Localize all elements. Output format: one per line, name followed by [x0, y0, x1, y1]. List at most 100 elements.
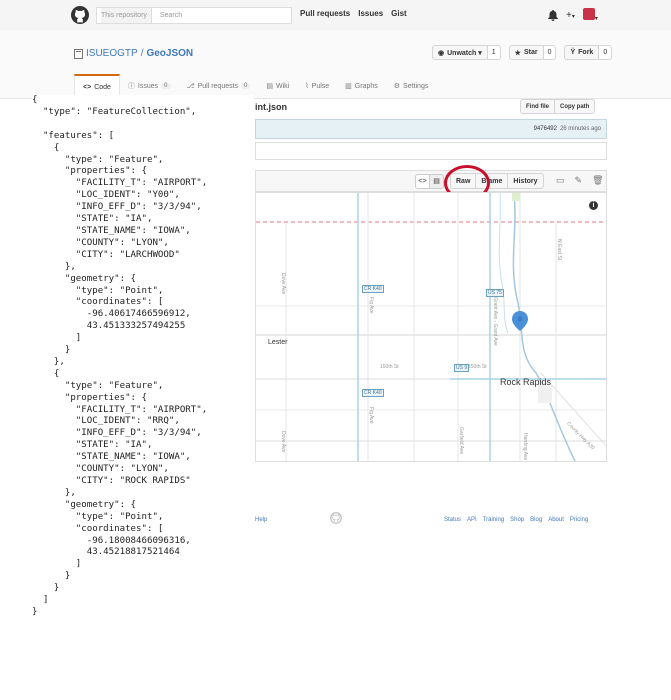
info-icon[interactable]: i — [589, 201, 598, 210]
map-shield-cr-k40-south: CR K40 — [362, 389, 384, 397]
map-label-garfield-ave: Garfield Ave — [458, 427, 464, 455]
file-path-actions: Find file Copy path — [520, 99, 596, 114]
map-label-fig-ave-south: Fig Ave — [368, 407, 374, 424]
nav-gist[interactable]: Gist — [391, 9, 407, 18]
avatar — [582, 8, 595, 20]
tab-label: Pull requests — [197, 82, 239, 90]
geojson-raw-text: { "type": "FeatureCollection", "features… — [32, 95, 254, 700]
map-label-rock-rapids: Rock Rapids — [500, 377, 552, 387]
search-scope-label: This repository — [101, 8, 152, 23]
chevron-down-icon: ▾ — [594, 16, 598, 22]
star-icon: ★ — [514, 49, 521, 57]
footer-shop-link[interactable]: Shop — [510, 517, 524, 523]
copy-path-button[interactable]: Copy path — [554, 99, 596, 114]
fork-icon: Ÿ — [570, 49, 576, 56]
history-button[interactable]: History — [507, 173, 544, 189]
repo-header: ISUEOGTP / GeoJSON ◉ Unwatch ▾ 1 ★ Star 0 … — [0, 30, 671, 99]
nav-pull-requests[interactable]: Pull requests — [300, 9, 350, 18]
geojson-map[interactable]: i Lester Rock Rapids 150th St 150th St D… — [255, 192, 607, 462]
new-menu-icon[interactable]: +▾ — [566, 10, 575, 21]
footer-help-link[interactable]: Help — [255, 517, 267, 523]
tab-label: Wiki — [276, 82, 290, 90]
tab-wiki[interactable]: ▤ Wiki — [258, 74, 297, 98]
map-label-grant-ave: Grant Ave - Grant Ave — [492, 297, 498, 346]
pencil-icon[interactable]: ✎ — [575, 175, 583, 186]
star-label: Star — [523, 49, 538, 56]
avatar-menu[interactable]: ▾ — [582, 8, 598, 23]
tab-settings[interactable]: ⚙ Settings — [386, 74, 437, 98]
eye-icon: ◉ — [438, 49, 445, 57]
top-nav: Pull requests Issues Gist — [300, 9, 407, 18]
map-label-fig-ave: Fig Ave — [368, 297, 374, 314]
user-menu: +▾ ▾ — [548, 8, 598, 23]
repo-title: ISUEOGTP / GeoJSON — [74, 48, 193, 59]
map-label-harding-ave: Harding Ave — [522, 433, 528, 461]
tab-label: Settings — [403, 82, 429, 90]
tab-pulse[interactable]: ⌇ Pulse — [297, 74, 337, 98]
search-placeholder: Search — [159, 12, 183, 19]
map-roads — [256, 193, 606, 461]
top-header: This repository Search Pull requests Iss… — [0, 0, 671, 31]
repo-name-link[interactable]: GeoJSON — [146, 48, 193, 59]
map-label-150th-st-east: 150th St — [468, 364, 487, 370]
github-logo-icon[interactable] — [71, 6, 89, 24]
commit-time: 26 minutes ago — [559, 126, 601, 132]
footer-pricing-link[interactable]: Pricing — [570, 517, 588, 523]
watch-count[interactable]: 1 — [486, 45, 501, 60]
map-label-dove-ave: Dove Ave — [280, 273, 286, 295]
star-button[interactable]: ★ Star — [508, 45, 544, 60]
map-shield-cr-k40: CR K40 — [362, 285, 384, 293]
map-shield-us-9: US 9 — [454, 364, 470, 372]
desktop-icon[interactable]: ▭ — [556, 175, 565, 186]
nav-issues[interactable]: Issues — [358, 9, 383, 18]
footer-status-link[interactable]: Status — [444, 517, 461, 523]
unwatch-button[interactable]: ◉ Unwatch ▾ — [432, 45, 488, 60]
pull-request-icon: ⎇ — [186, 83, 195, 90]
search-input[interactable]: This repository Search — [96, 7, 292, 24]
contributors-bar — [255, 142, 607, 160]
fork-label: Fork — [578, 49, 594, 56]
unwatch-label: Unwatch ▾ — [447, 49, 482, 57]
fork-count[interactable]: 0 — [598, 45, 613, 60]
pulse-icon: ⌇ — [305, 83, 309, 90]
gear-icon: ⚙ — [393, 83, 401, 90]
repo-book-icon — [74, 48, 83, 59]
tab-count: 0 — [241, 83, 251, 89]
trash-icon[interactable]: 🗑 — [592, 175, 603, 186]
tab-label: Issues — [137, 82, 159, 90]
tab-graphs[interactable]: ▥ Graphs — [337, 74, 386, 98]
map-label-lester: Lester — [268, 339, 288, 346]
footer-blog-link[interactable]: Blog — [530, 517, 542, 523]
repo-separator: / — [140, 48, 144, 59]
repo-owner-link[interactable]: ISUEOGTP — [86, 48, 138, 59]
file-edit-icons: ▭ ✎ 🗑 — [556, 175, 604, 186]
footer-training-link[interactable]: Training — [483, 517, 504, 523]
source-view-icon[interactable]: <> — [415, 173, 430, 189]
map-label-dove-ave-south: Dove Ave — [280, 431, 286, 453]
footer-api-link[interactable]: API — [467, 517, 477, 523]
tab-label: Pulse — [311, 82, 330, 90]
repo-actions: ◉ Unwatch ▾ 1 ★ Star 0 Ÿ Fork 0 — [432, 45, 613, 60]
issue-icon: ⓘ — [127, 83, 135, 90]
chevron-down-icon: ▾ — [571, 14, 575, 20]
map-shield-us-75: US 75 — [486, 289, 504, 297]
tab-label: Code — [94, 83, 111, 91]
star-count[interactable]: 0 — [542, 45, 557, 60]
map-label-n-east-st: N East St — [556, 239, 562, 261]
tab-label: Graphs — [354, 82, 378, 90]
find-file-button[interactable]: Find file — [520, 99, 555, 114]
github-footer-logo-icon[interactable] — [330, 512, 342, 524]
code-icon: <> — [83, 83, 92, 91]
bell-icon[interactable] — [548, 10, 558, 21]
map-marker-icon[interactable] — [512, 311, 528, 331]
commit-sha-link[interactable]: 9476492 — [534, 126, 557, 132]
rendered-view-icon[interactable]: ▤ — [429, 173, 444, 189]
commit-bar: 9476492 26 minutes ago — [255, 119, 607, 139]
file-name: int.json — [255, 102, 287, 112]
map-label-150th-st: 150th St — [380, 364, 399, 370]
graph-icon: ▥ — [345, 83, 352, 90]
footer-links: Status API Training Shop Blog About Pric… — [444, 517, 588, 523]
footer-about-link[interactable]: About — [548, 517, 564, 523]
fork-button[interactable]: Ÿ Fork — [564, 45, 600, 60]
wiki-icon: ▤ — [266, 83, 274, 90]
